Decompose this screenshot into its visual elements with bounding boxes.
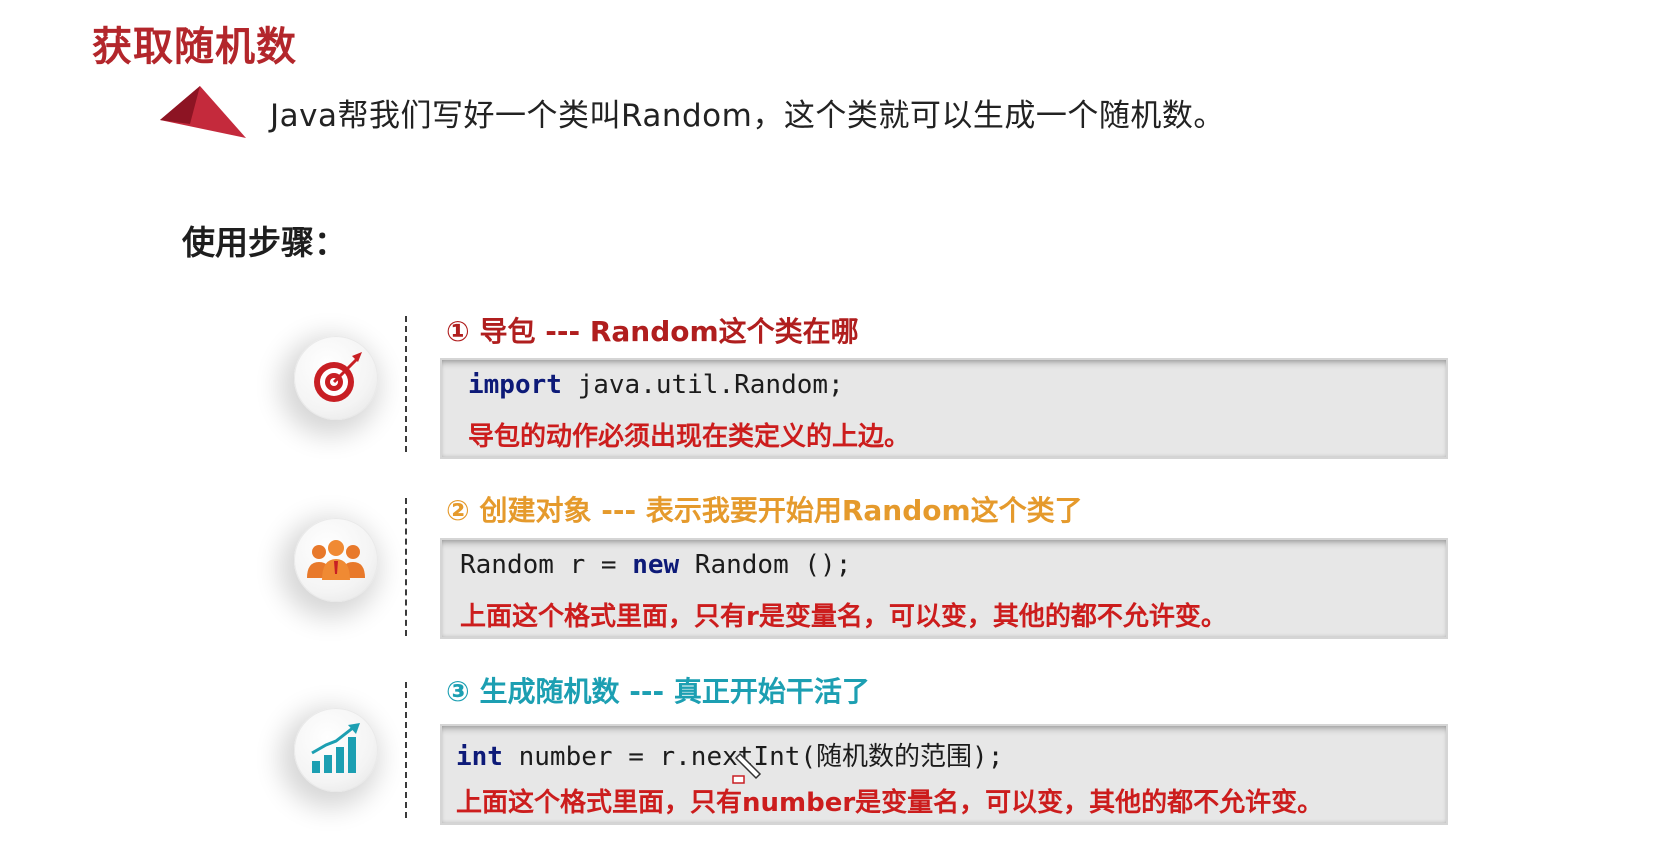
step-2-note: 上面这个格式里面，只有r是变量名，可以变，其他的都不允许变。 <box>460 602 1227 632</box>
step-1-code-box: import java.util.Random; 导包的动作必须出现在类定义的上… <box>440 358 1448 459</box>
code-text: java.util.Random; <box>561 370 844 400</box>
step-2-title: ② 创建对象 --- 表示我要开始用Random这个类了 <box>446 494 1083 527</box>
step-3-title: ③ 生成随机数 --- 真正开始干活了 <box>446 675 870 708</box>
step-3-divider <box>405 682 407 818</box>
step-3-note: 上面这个格式里面，只有number是变量名，可以变，其他的都不允许变。 <box>456 788 1324 818</box>
step-3-icon-badge <box>294 708 378 792</box>
code-text-after: Random (); <box>679 550 852 580</box>
step-1-title: ① 导包 --- Random这个类在哪 <box>446 315 859 348</box>
team-icon <box>307 540 365 580</box>
step-1-note: 导包的动作必须出现在类定义的上边。 <box>468 422 911 452</box>
target-icon <box>314 352 362 402</box>
code-keyword: new <box>632 550 680 580</box>
step-1-divider <box>405 316 407 452</box>
step-1-icon-badge <box>294 336 378 420</box>
step-2-code: Random r = new Random (); <box>460 550 851 580</box>
mouse-cursor-icon <box>732 752 762 784</box>
triangle-bullet-icon <box>160 86 246 138</box>
step-3-code-box: int number = r.nextInt(随机数的范围); 上面这个格式里面… <box>440 724 1448 825</box>
step-1-code: import java.util.Random; <box>468 370 844 400</box>
step-2-divider <box>405 498 407 636</box>
code-keyword: import <box>468 370 562 400</box>
step-2-icon-badge <box>294 518 378 602</box>
intro-text: Java帮我们写好一个类叫Random，这个类就可以生成一个随机数。 <box>270 98 1225 134</box>
growth-chart-icon <box>311 723 360 773</box>
page-title: 获取随机数 <box>92 24 297 70</box>
step-2-code-box: Random r = new Random (); 上面这个格式里面，只有r是变… <box>440 538 1448 639</box>
code-text-before: Random r = <box>460 550 633 580</box>
code-keyword: int <box>456 742 503 772</box>
steps-heading: 使用步骤： <box>182 223 347 262</box>
